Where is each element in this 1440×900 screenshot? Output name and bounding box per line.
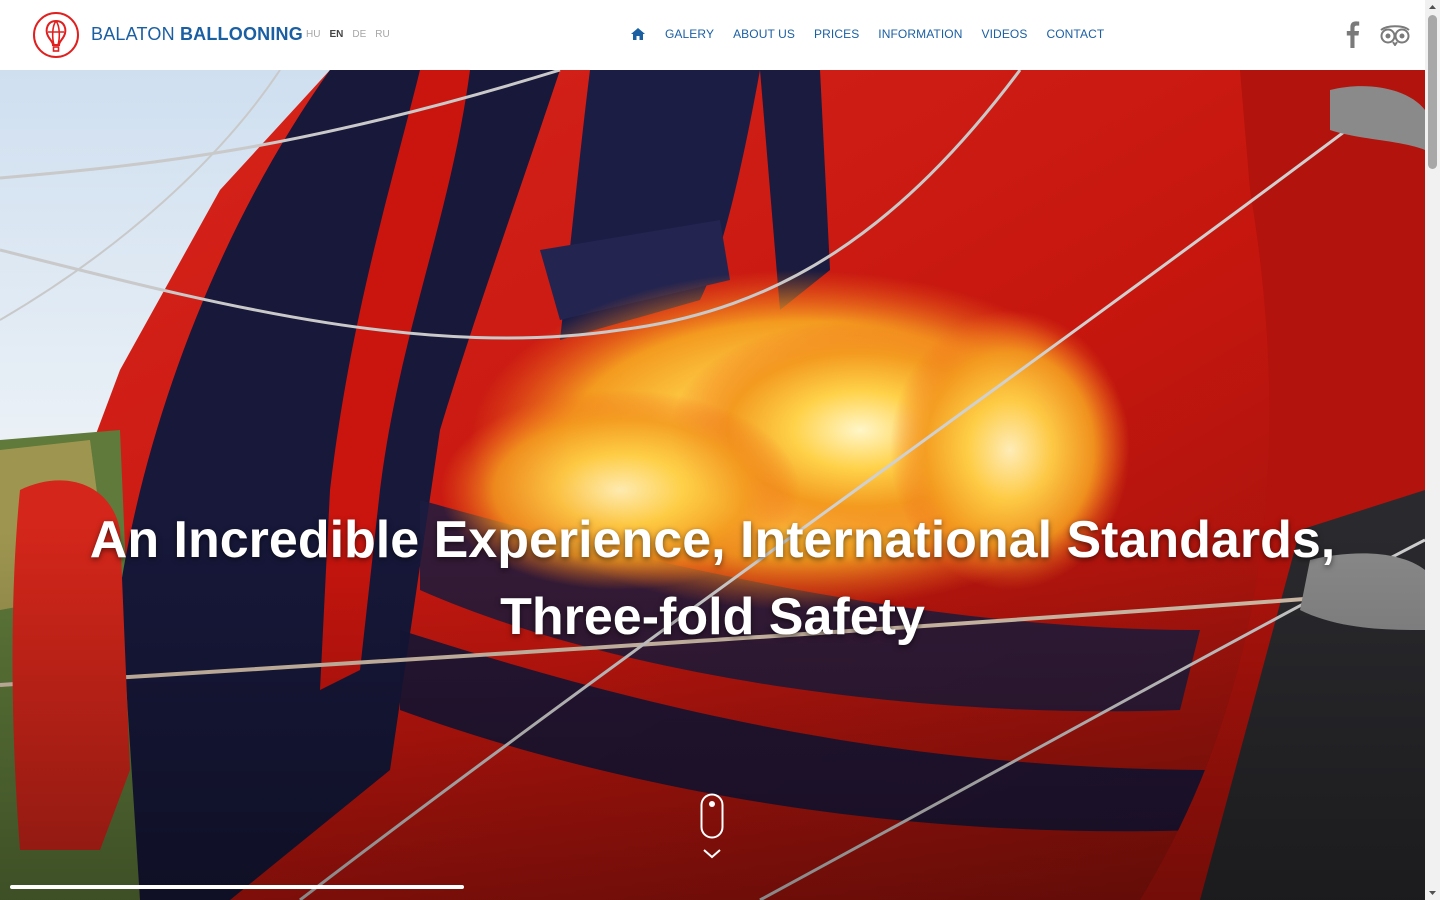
video-progress-bar[interactable] [10,885,464,889]
scroll-down-indicator[interactable] [700,793,724,863]
mouse-scroll-icon [700,793,724,839]
brand-name[interactable]: BALATON BALLOONING [91,22,303,46]
lang-en[interactable]: EN [329,28,343,42]
hero-headline-line-2: Three-fold Safety [500,588,925,646]
site-header: BALATON BALLOONING HU EN DE RU GALERY AB… [0,0,1425,70]
chevron-down-icon [703,849,721,859]
hero-video-section: An Incredible Experience, International … [0,70,1425,900]
hero-background-image [0,70,1425,900]
nav-galery[interactable]: GALERY [665,26,714,42]
facebook-icon[interactable] [1343,20,1361,48]
brand-name-bold: BALLOONING [179,24,303,44]
lang-hu[interactable]: HU [306,28,320,42]
nav-videos[interactable]: VIDEOS [982,26,1028,42]
balloon-logo[interactable] [32,11,80,59]
home-icon[interactable] [630,26,646,42]
scroll-up-arrow-icon[interactable] [1425,0,1440,15]
nav-prices[interactable]: PRICES [814,26,859,42]
nav-about-us[interactable]: ABOUT US [733,26,795,42]
hero-headline-line-1: An Incredible Experience, International … [89,511,1336,569]
scrollbar-thumb[interactable] [1428,15,1437,169]
tripadvisor-icon[interactable] [1379,24,1411,46]
brand-name-light: BALATON [91,24,175,44]
lang-de[interactable]: DE [352,28,366,42]
nav-information[interactable]: INFORMATION [878,26,962,42]
lang-ru[interactable]: RU [375,28,389,42]
main-nav: GALERY ABOUT US PRICES INFORMATION VIDEO… [630,26,1104,42]
language-switcher: HU EN DE RU [306,28,390,42]
page-scrollbar[interactable] [1425,0,1440,900]
nav-contact[interactable]: CONTACT [1046,26,1104,42]
scroll-down-arrow-icon[interactable] [1425,885,1440,900]
